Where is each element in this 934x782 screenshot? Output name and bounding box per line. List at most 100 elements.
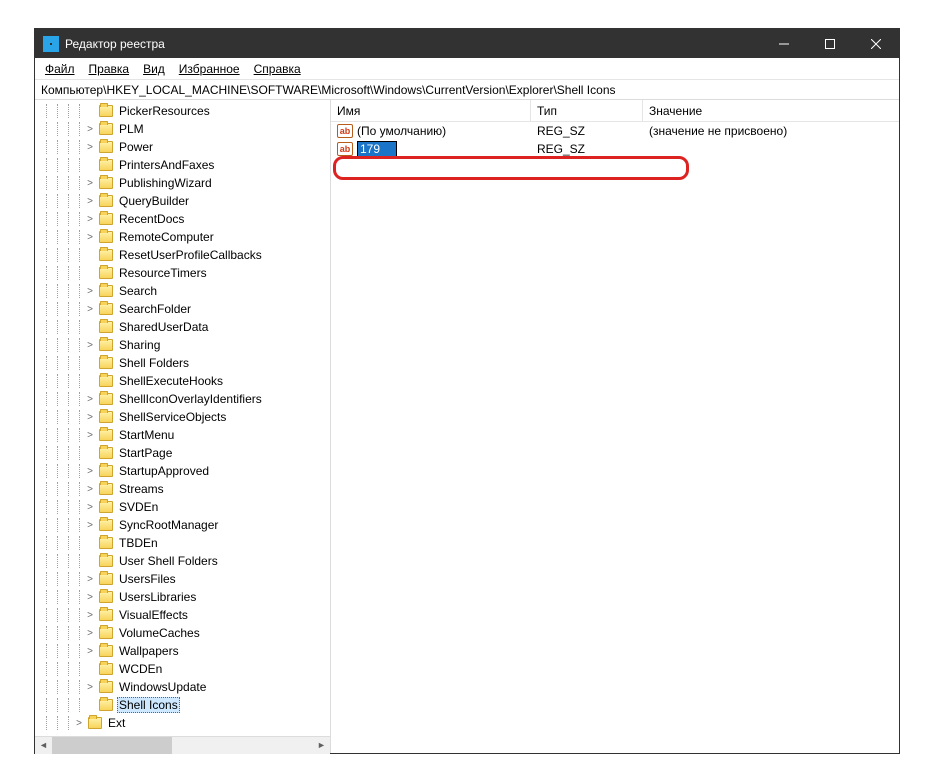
chevron-right-icon[interactable]: > <box>83 230 97 244</box>
folder-icon <box>99 411 113 423</box>
value-row[interactable]: abREG_SZ <box>331 140 899 158</box>
value-name-edit-input[interactable] <box>357 141 397 157</box>
tree-item[interactable]: Shell Icons <box>39 696 330 714</box>
menu-edit[interactable]: Правка <box>83 60 136 78</box>
tree-item[interactable]: ShellExecuteHooks <box>39 372 330 390</box>
chevron-right-icon[interactable]: > <box>83 608 97 622</box>
scroll-left-button[interactable]: ◄ <box>35 737 52 754</box>
folder-icon <box>99 159 113 171</box>
folder-icon <box>99 465 113 477</box>
menu-help[interactable]: Справка <box>248 60 307 78</box>
tree-item[interactable]: Shell Folders <box>39 354 330 372</box>
column-header-value[interactable]: Значение <box>643 100 899 121</box>
tree-item[interactable]: ResourceTimers <box>39 264 330 282</box>
tree-item[interactable]: >SVDEn <box>39 498 330 516</box>
folder-icon <box>99 357 113 369</box>
chevron-right-icon[interactable]: > <box>83 464 97 478</box>
folder-icon <box>99 501 113 513</box>
tree-item-label: QueryBuilder <box>117 194 191 208</box>
chevron-right-icon[interactable]: > <box>72 716 86 730</box>
tree-item-label: Wallpapers <box>117 644 181 658</box>
tree-item[interactable]: ResetUserProfileCallbacks <box>39 246 330 264</box>
chevron-right-icon[interactable]: > <box>83 302 97 316</box>
chevron-right-icon[interactable]: > <box>83 176 97 190</box>
chevron-right-icon[interactable]: > <box>83 518 97 532</box>
chevron-right-icon[interactable]: > <box>83 626 97 640</box>
chevron-right-icon[interactable]: > <box>83 284 97 298</box>
registry-editor-window: Редактор реестра Файл Правка Вид Избранн… <box>34 28 900 754</box>
chevron-right-icon[interactable]: > <box>83 338 97 352</box>
tree-item[interactable]: >RecentDocs <box>39 210 330 228</box>
tree-item[interactable]: >ShellServiceObjects <box>39 408 330 426</box>
tree-item[interactable]: >Streams <box>39 480 330 498</box>
tree-item[interactable]: > QueryBuilder <box>39 192 330 210</box>
tree-item[interactable]: >StartupApproved <box>39 462 330 480</box>
tree-item[interactable]: PickerResources <box>39 102 330 120</box>
folder-icon <box>88 717 102 729</box>
tree-item[interactable]: SharedUserData <box>39 318 330 336</box>
tree-item-label: Shell Folders <box>117 356 191 370</box>
tree-item[interactable]: >SyncRootManager <box>39 516 330 534</box>
tree-item[interactable]: >ShellIconOverlayIdentifiers <box>39 390 330 408</box>
tree-item-label: User Shell Folders <box>117 554 220 568</box>
tree-item[interactable]: >VisualEffects <box>39 606 330 624</box>
tree-item[interactable]: >PLM <box>39 120 330 138</box>
tree-item[interactable]: >Sharing <box>39 336 330 354</box>
folder-icon <box>99 105 113 117</box>
tree-item[interactable]: >Ext <box>39 714 330 732</box>
tree-item[interactable]: WCDEn <box>39 660 330 678</box>
chevron-right-icon[interactable]: > <box>83 572 97 586</box>
registry-tree[interactable]: PickerResources>PLM>PowerPrintersAndFaxe… <box>35 100 330 736</box>
chevron-right-icon[interactable]: > <box>83 194 97 208</box>
column-header-name[interactable]: Имя <box>331 100 531 121</box>
tree-horizontal-scrollbar[interactable]: ◄ ► <box>35 736 330 753</box>
chevron-right-icon[interactable]: > <box>83 392 97 406</box>
minimize-button[interactable] <box>761 29 807 58</box>
menu-favorites[interactable]: Избранное <box>173 60 246 78</box>
scroll-thumb[interactable] <box>52 737 172 754</box>
values-list[interactable]: ab(По умолчанию)REG_SZ(значение не присв… <box>331 122 899 753</box>
tree-item-label: StartPage <box>117 446 174 460</box>
scroll-track[interactable] <box>52 737 313 754</box>
value-row[interactable]: ab(По умолчанию)REG_SZ(значение не присв… <box>331 122 899 140</box>
address-bar[interactable]: Компьютер\HKEY_LOCAL_MACHINE\SOFTWARE\Mi… <box>35 80 899 100</box>
tree-item[interactable]: >SearchFolder <box>39 300 330 318</box>
tree-item[interactable]: >RemoteComputer <box>39 228 330 246</box>
close-button[interactable] <box>853 29 899 58</box>
folder-icon <box>99 609 113 621</box>
chevron-right-icon[interactable]: > <box>83 482 97 496</box>
tree-item[interactable]: > Wallpapers <box>39 642 330 660</box>
tree-item[interactable]: TBDEn <box>39 534 330 552</box>
app-icon <box>43 36 59 52</box>
tree-item[interactable]: >UsersFiles <box>39 570 330 588</box>
tree-item[interactable]: >PublishingWizard <box>39 174 330 192</box>
chevron-right-icon[interactable]: > <box>83 500 97 514</box>
chevron-right-icon[interactable]: > <box>83 680 97 694</box>
tree-item[interactable]: StartPage <box>39 444 330 462</box>
tree-item[interactable]: >Search <box>39 282 330 300</box>
chevron-right-icon[interactable]: > <box>83 644 97 658</box>
folder-icon <box>99 627 113 639</box>
chevron-right-icon[interactable]: > <box>83 140 97 154</box>
folder-icon <box>99 375 113 387</box>
tree-item[interactable]: User Shell Folders <box>39 552 330 570</box>
folder-icon <box>99 447 113 459</box>
chevron-right-icon[interactable]: > <box>83 410 97 424</box>
chevron-right-icon[interactable]: > <box>83 122 97 136</box>
menu-file[interactable]: Файл <box>39 60 81 78</box>
tree-item[interactable]: >VolumeCaches <box>39 624 330 642</box>
tree-item[interactable]: > UsersLibraries <box>39 588 330 606</box>
tree-item[interactable]: >StartMenu <box>39 426 330 444</box>
chevron-right-icon[interactable]: > <box>83 428 97 442</box>
tree-item[interactable]: PrintersAndFaxes <box>39 156 330 174</box>
tree-item[interactable]: >WindowsUpdate <box>39 678 330 696</box>
column-header-type[interactable]: Тип <box>531 100 643 121</box>
chevron-right-icon[interactable]: > <box>83 212 97 226</box>
maximize-button[interactable] <box>807 29 853 58</box>
scroll-right-button[interactable]: ► <box>313 737 330 754</box>
chevron-right-icon[interactable]: > <box>83 590 97 604</box>
menu-view[interactable]: Вид <box>137 60 171 78</box>
tree-item[interactable]: >Power <box>39 138 330 156</box>
folder-icon <box>99 141 113 153</box>
tree-item-label: UsersLibraries <box>117 590 198 604</box>
